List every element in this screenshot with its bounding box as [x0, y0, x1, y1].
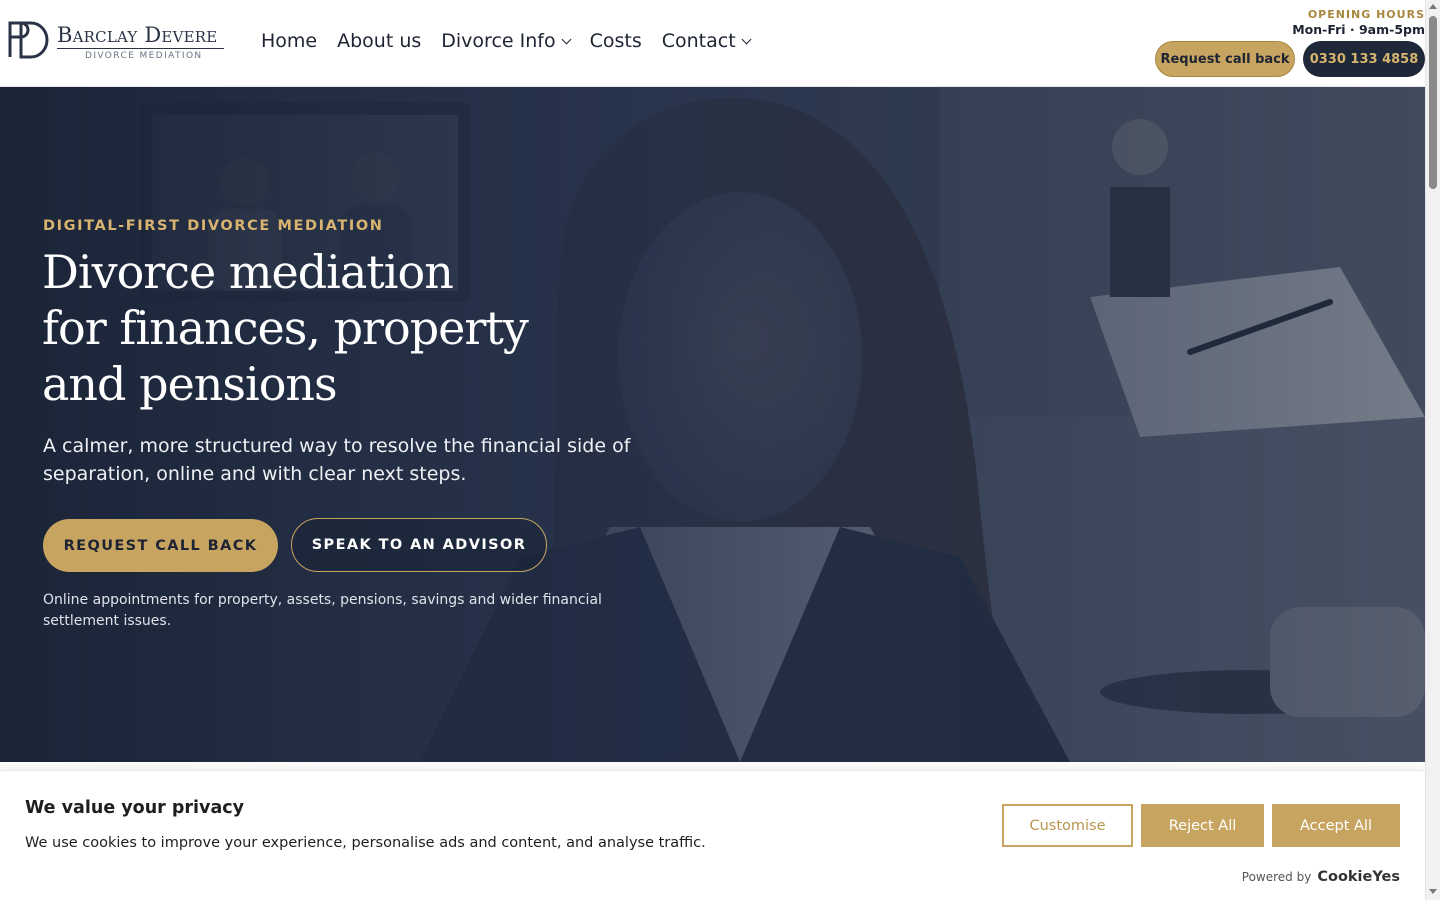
speak-to-advisor-button[interactable]: SPEAK TO AN ADVISOR	[291, 518, 547, 572]
hero-eyebrow: DIGITAL-FIRST DIVORCE MEDIATION	[43, 218, 384, 234]
nav-contact-label: Contact	[661, 30, 736, 52]
nav-divorce-info[interactable]: Divorce Info	[441, 30, 572, 52]
cookie-accept-all-button[interactable]: Accept All	[1272, 804, 1400, 847]
scroll-down-arrow-icon[interactable]	[1429, 889, 1437, 894]
cookieyes-logo: CookieYes	[1317, 869, 1400, 885]
nav-divorce-info-label: Divorce Info	[441, 30, 556, 52]
hero-description: A calmer, more structured way to resolve…	[43, 435, 631, 485]
logo-divider	[57, 48, 224, 49]
cookie-reject-all-button[interactable]: Reject All	[1141, 804, 1264, 847]
logo-tagline: DIVORCE MEDIATION	[85, 51, 203, 61]
cookie-consent-banner: We value your privacy We use cookies to …	[0, 770, 1425, 900]
powered-by-label: Powered by	[1241, 870, 1312, 884]
logo-monogram-icon	[8, 21, 49, 59]
chevron-down-icon	[561, 34, 572, 44]
hero-title: Divorce mediation for finances, property…	[42, 244, 562, 412]
phone-number-button[interactable]: 0330 133 4858	[1303, 41, 1425, 77]
hero-section: DIGITAL-FIRST DIVORCE MEDIATION Divorce …	[0, 87, 1425, 762]
hero-title-line: Divorce mediation	[42, 245, 454, 299]
cookie-title: We value your privacy	[25, 798, 245, 818]
request-call-back-button[interactable]: Request call back	[1155, 41, 1295, 77]
opening-hours-label: OPENING HOURS	[1307, 8, 1425, 21]
site-logo[interactable]: Barclay Devere DIVORCE MEDIATION	[7, 19, 227, 63]
scroll-up-arrow-icon[interactable]	[1429, 4, 1437, 9]
hero-request-call-back-button[interactable]: REQUEST CALL BACK	[43, 519, 278, 572]
chevron-down-icon	[741, 34, 752, 44]
opening-hours-value: Mon-Fri · 9am-5pm	[1292, 22, 1425, 37]
opening-hours: OPENING HOURS Mon-Fri · 9am-5pm	[1292, 8, 1425, 37]
nav-about-us-label: About us	[337, 30, 422, 52]
hero-title-line: for finances, property	[42, 301, 529, 355]
hero-background-image	[0, 87, 1425, 762]
nav-home[interactable]: Home	[261, 30, 317, 52]
cookie-customise-button[interactable]: Customise	[1002, 804, 1133, 847]
nav-home-label: Home	[261, 30, 318, 52]
nav-costs-label: Costs	[589, 30, 642, 52]
cookie-powered-by[interactable]: Powered by CookieYes	[1242, 869, 1400, 885]
nav-costs[interactable]: Costs	[590, 30, 642, 52]
nav-contact[interactable]: Contact	[661, 30, 752, 52]
main-nav: Home About us Divorce Info Costs Contact	[261, 30, 770, 52]
logo-name: Barclay Devere	[57, 23, 218, 47]
hero-note: Online appointments for property, assets…	[43, 592, 602, 629]
cookie-text: We use cookies to improve your experienc…	[25, 835, 706, 851]
site-header: Barclay Devere DIVORCE MEDIATION Home Ab…	[0, 0, 1425, 87]
nav-about-us[interactable]: About us	[337, 30, 421, 52]
page-scrollbar[interactable]	[1425, 0, 1440, 900]
hero-title-line: and pensions	[42, 357, 338, 411]
scrollbar-thumb[interactable]	[1429, 16, 1437, 189]
